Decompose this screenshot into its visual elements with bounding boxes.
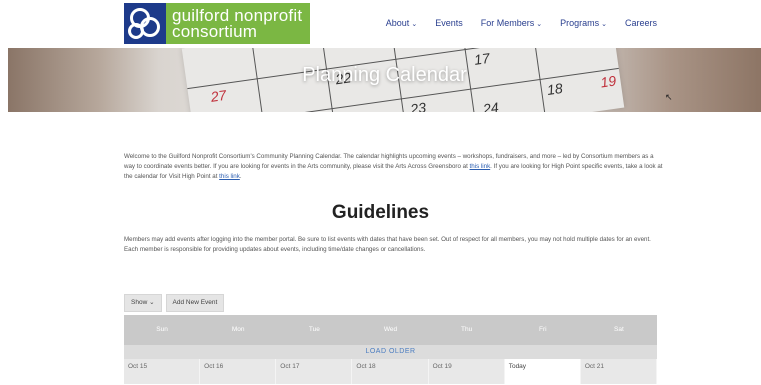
weekday-sat: Sat bbox=[614, 326, 624, 333]
page-title: Planning Calendar bbox=[302, 64, 467, 86]
logo-mark-icon bbox=[124, 3, 166, 44]
intro-paragraph: Welcome to the Guilford Nonprofit Consor… bbox=[124, 152, 664, 182]
planning-calendar: Sun Mon Tue Wed Thu Fri Sat LOAD OLDER O… bbox=[124, 315, 657, 384]
high-point-link[interactable]: this link bbox=[219, 173, 240, 180]
guidelines-paragraph: Members may add events after logging int… bbox=[124, 236, 651, 253]
nav-careers[interactable]: Careers bbox=[625, 18, 657, 28]
logo-line-2: consortium bbox=[172, 21, 258, 41]
weekday-header: Sun Mon Tue Wed Thu Fri Sat bbox=[124, 315, 657, 345]
nav-events-label: Events bbox=[435, 18, 463, 28]
hero-number: 27 bbox=[209, 86, 228, 105]
weekday-wed: Wed bbox=[383, 326, 398, 333]
logo-text: guilford nonprofit consortium bbox=[166, 7, 302, 41]
nav-events[interactable]: Events bbox=[435, 18, 463, 28]
day-cell[interactable]: Oct 17 bbox=[276, 359, 353, 384]
chevron-down-icon: ⌄ bbox=[149, 299, 155, 306]
hero-banner: 27 22 17 18 19 28 23 24 29 Planning Cale… bbox=[8, 48, 761, 112]
weekday-mon: Mon bbox=[231, 326, 245, 333]
chevron-down-icon: ⌄ bbox=[536, 21, 543, 28]
day-cell-today[interactable]: Today bbox=[504, 359, 581, 384]
hero-number: 23 bbox=[409, 99, 427, 112]
chevron-down-icon: ⌄ bbox=[411, 21, 418, 28]
nav-programs[interactable]: Programs ⌄ bbox=[560, 18, 607, 28]
weekday-thu: Thu bbox=[461, 326, 473, 333]
nav-for-members[interactable]: For Members ⌄ bbox=[481, 18, 542, 28]
chevron-down-icon: ⌄ bbox=[601, 21, 607, 28]
weekday-fri: Fri bbox=[538, 326, 547, 333]
weekday-sun: Sun bbox=[156, 326, 168, 333]
day-cell[interactable]: Oct 19 bbox=[428, 359, 505, 384]
load-older-button[interactable]: LOAD OLDER bbox=[124, 345, 657, 359]
nav-careers-label: Careers bbox=[624, 18, 657, 28]
intro-text: . bbox=[239, 173, 242, 180]
calendar-week-row: Oct 15 Oct 16 Oct 17 Oct 18 Oct 19 Today… bbox=[124, 359, 657, 384]
show-dropdown-button[interactable]: Show ⌄ bbox=[124, 294, 162, 312]
mouse-cursor-icon: ↖ bbox=[665, 92, 673, 102]
day-cell[interactable]: Oct 18 bbox=[352, 359, 429, 384]
nav-for-members-label: For Members bbox=[480, 18, 535, 28]
hero-number: 24 bbox=[482, 99, 500, 112]
show-label: Show bbox=[131, 299, 148, 306]
guidelines-heading: Guidelines bbox=[331, 202, 430, 223]
calendar-toolbar: Show ⌄ Add New Event bbox=[124, 294, 225, 312]
site-logo[interactable]: guilford nonprofit consortium bbox=[124, 3, 310, 44]
nav-about-label: About bbox=[385, 18, 410, 28]
nav-programs-label: Programs bbox=[560, 18, 600, 28]
day-cell[interactable]: Oct 21 bbox=[580, 359, 657, 384]
main-nav: About ⌄ Events For Members ⌄ Programs ⌄ Car… bbox=[368, 18, 657, 28]
day-cell[interactable]: Oct 15 bbox=[124, 359, 201, 384]
site-header: guilford nonprofit consortium About ⌄ Eve… bbox=[0, 0, 761, 48]
nav-about[interactable]: About ⌄ bbox=[386, 18, 417, 28]
weekday-tue: Tue bbox=[308, 326, 320, 333]
day-cell[interactable]: Oct 16 bbox=[200, 359, 277, 384]
arts-link[interactable]: this link bbox=[470, 163, 491, 170]
add-new-event-button[interactable]: Add New Event bbox=[165, 294, 225, 312]
